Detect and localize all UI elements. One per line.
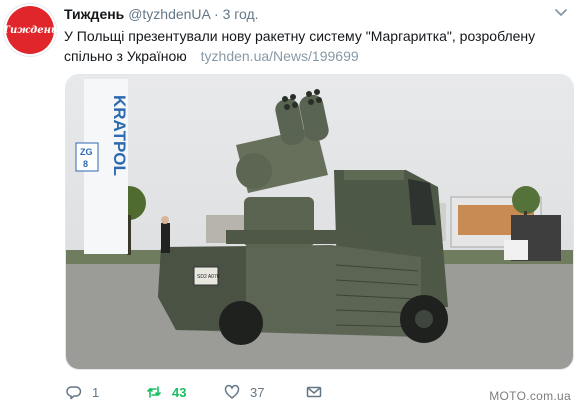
tweet-link[interactable]: tyzhden.ua/News/199699 <box>201 48 359 64</box>
watermark: MOTO.com.ua <box>489 389 571 403</box>
heart-icon <box>224 384 240 399</box>
sign-text-1: ZG <box>80 147 93 157</box>
reply-count: 1 <box>92 384 100 400</box>
retweet-button[interactable]: 43 <box>146 382 186 402</box>
envelope-icon <box>306 386 322 398</box>
reply-icon <box>66 386 82 400</box>
avatar[interactable]: Тиждень <box>3 3 58 57</box>
author-handle[interactable]: @tyzhdenUA <box>128 6 210 22</box>
separator-dot: · <box>214 6 219 22</box>
tweet-time[interactable]: 3 год. <box>223 6 259 22</box>
retweet-icon <box>147 386 161 398</box>
like-count: 37 <box>250 384 265 400</box>
reply-button[interactable]: 1 <box>66 382 99 402</box>
direct-message-button[interactable] <box>306 382 322 402</box>
plate-text: SD2 A076 <box>197 274 220 280</box>
launcher-photo: KRATPOL ZG 8 SD2 A076 <box>66 75 573 369</box>
tweet-header: Тиждень @tyzhdenUA · 3 год. <box>64 5 259 23</box>
avatar-logo: Тиждень <box>3 6 58 54</box>
author-name[interactable]: Тиждень <box>64 6 124 22</box>
retweet-count: 43 <box>172 384 187 400</box>
sign-text-2: 8 <box>83 159 88 169</box>
tweet-text: У Польщі презентували нову ракетну систе… <box>64 26 564 66</box>
tweet-actions: 1 43 37 <box>66 382 446 402</box>
tweet-photo[interactable]: KRATPOL ZG 8 SD2 A076 <box>65 74 574 370</box>
banner-text: KRATPOL <box>110 95 129 176</box>
chevron-down-icon[interactable] <box>553 4 569 20</box>
like-button[interactable]: 37 <box>224 382 264 402</box>
